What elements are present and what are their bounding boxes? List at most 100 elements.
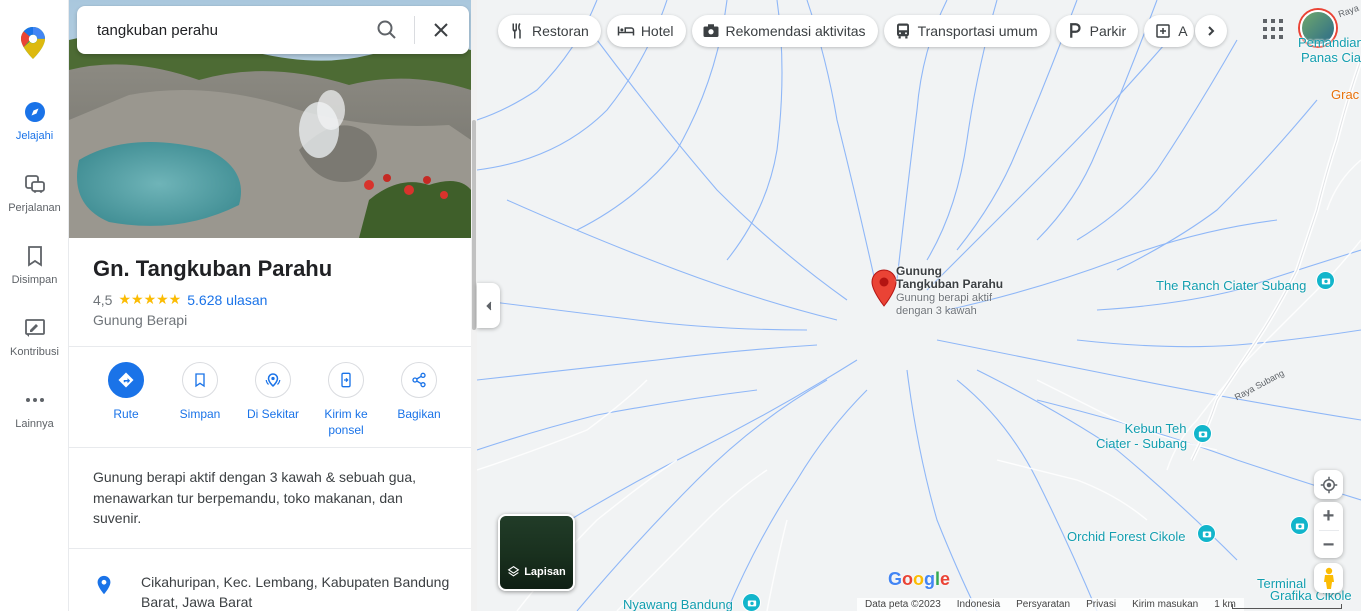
pegman-icon <box>1323 567 1334 589</box>
directions-button[interactable]: Rute <box>89 362 163 422</box>
pegman-button[interactable] <box>1314 563 1343 593</box>
poi-nyawang-label[interactable]: Nyawang Bandung <box>623 597 733 611</box>
rail-contribute[interactable]: Kontribusi <box>0 316 69 358</box>
footer-map-data[interactable]: Data peta ©2023 <box>857 598 949 611</box>
layers-label: Lapisan <box>500 565 573 578</box>
scrollbar-thumb[interactable] <box>472 120 476 330</box>
rail-label: Perjalanan <box>8 202 61 214</box>
layers-icon <box>507 565 520 577</box>
chip-transit[interactable]: Transportasi umum <box>883 15 1050 47</box>
place-category[interactable]: Gunung Berapi <box>93 312 187 328</box>
maps-logo-icon[interactable] <box>20 26 46 60</box>
chip-restaurants[interactable]: Restoran <box>498 15 601 47</box>
footer-privacy-link[interactable]: Privasi <box>1078 598 1124 611</box>
camera-poi-icon[interactable] <box>1316 271 1335 290</box>
chip-label: Rekomendasi aktivitas <box>725 23 866 39</box>
nearby-icon <box>255 362 291 398</box>
chip-activities[interactable]: Rekomendasi aktivitas <box>691 15 878 47</box>
fork-knife-icon <box>512 22 521 39</box>
action-label: Bagikan <box>397 407 441 421</box>
close-icon[interactable] <box>429 18 453 42</box>
rail-saved[interactable]: Disimpan <box>0 244 69 286</box>
place-panel: Gn. Tangkuban Parahu 4,5 ★★★★★ 5.628 ula… <box>69 0 471 611</box>
search-box <box>77 6 469 54</box>
camera-poi-icon[interactable] <box>742 593 761 611</box>
map-footer: Data peta ©2023 Indonesia Persyaratan Pr… <box>857 598 1244 611</box>
rail-label: Kontribusi <box>10 346 59 358</box>
category-chips: Restoran Hotel Rekomendasi aktivitas Tra… <box>498 15 1195 47</box>
poi-grac-label[interactable]: Grac <box>1331 87 1359 102</box>
zoom-out-button[interactable]: − <box>1314 531 1343 559</box>
marker-subtitle-line: Gunung berapi aktif <box>896 292 993 304</box>
place-address[interactable]: Cikahuripan, Kec. Lembang, Kabupaten Ban… <box>141 572 461 611</box>
car-bus-icon <box>24 175 45 193</box>
apps-grid-icon[interactable] <box>1262 18 1284 40</box>
poi-kebun-label[interactable]: Kebun Teh Ciater - Subang <box>1096 421 1187 451</box>
left-rail: Jelajahi Perjalanan Disimpan Kontribusi … <box>0 0 69 611</box>
marker-subtitle-line: dengan 3 kawah <box>896 305 977 317</box>
compass-icon <box>24 102 45 122</box>
bus-icon <box>896 23 909 39</box>
poi-line: Panas Cia <box>1301 50 1361 65</box>
collapse-panel-button[interactable] <box>477 283 500 328</box>
rail-trips[interactable]: Perjalanan <box>0 172 69 214</box>
place-title: Gn. Tangkuban Parahu <box>93 256 333 281</box>
more-dots-icon <box>25 398 44 402</box>
search-input[interactable] <box>97 6 367 54</box>
place-description: Gunung berapi aktif dengan 3 kawah & seb… <box>93 469 417 526</box>
marker-subtitle: Gunung berapi aktif dengan 3 kawah <box>896 292 992 318</box>
chip-pharmacy[interactable]: A <box>1144 15 1195 47</box>
pharmacy-icon <box>1156 24 1170 38</box>
footer-terms-link[interactable]: Persyaratan <box>1008 598 1078 611</box>
search-icon[interactable] <box>375 18 399 42</box>
parking-icon <box>1069 23 1081 38</box>
nearby-button[interactable]: Di Sekitar <box>236 362 310 422</box>
chip-hotels[interactable]: Hotel <box>606 15 686 47</box>
google-logo: Google <box>888 569 951 589</box>
reviews-link[interactable]: 5.628 ulasan <box>187 292 267 308</box>
rating-row: 4,5 ★★★★★ 5.628 ulasan <box>93 291 267 308</box>
rail-label: Jelajahi <box>15 130 54 142</box>
place-marker-icon[interactable] <box>871 269 897 307</box>
rating-value: 4,5 <box>93 291 113 308</box>
bookmark-icon <box>27 246 42 267</box>
rail-explore[interactable]: Jelajahi <box>0 100 69 142</box>
search-divider <box>414 16 415 44</box>
action-buttons: Rute Simpan Di Sekitar Kirim ke ponsel B… <box>69 362 471 442</box>
marker-title-line: Tangkuban Parahu <box>896 277 1004 291</box>
phone-icon <box>328 362 364 398</box>
zoom-in-button[interactable]: + <box>1314 502 1343 530</box>
action-label: Rute <box>113 407 139 421</box>
save-button[interactable]: Simpan <box>163 362 237 422</box>
action-label: Di Sekitar <box>246 407 299 421</box>
chip-parking[interactable]: Parkir <box>1055 15 1139 47</box>
rail-more[interactable]: Lainnya <box>0 388 69 430</box>
chips-next-button[interactable] <box>1195 15 1227 47</box>
marker-title[interactable]: Gunung Tangkuban Parahu <box>896 265 1003 291</box>
rail-label: Lainnya <box>15 418 54 430</box>
share-button[interactable]: Bagikan <box>382 362 456 422</box>
bed-icon <box>617 26 635 36</box>
poi-orchid-label[interactable]: Orchid Forest Cikole <box>1067 529 1185 544</box>
divider <box>69 346 471 347</box>
poi-pemandian-label[interactable]: Pemandian Panas Cia <box>1298 35 1361 65</box>
camera-poi-icon[interactable] <box>1290 516 1309 535</box>
camera-poi-icon[interactable] <box>1197 524 1216 543</box>
chip-label: Restoran <box>532 23 589 39</box>
camera-poi-icon[interactable] <box>1193 424 1212 443</box>
poi-ranch-label[interactable]: The Ranch Ciater Subang <box>1156 278 1306 293</box>
my-location-button[interactable] <box>1314 470 1343 499</box>
share-icon <box>401 362 437 398</box>
my-location-icon <box>1320 476 1337 493</box>
directions-icon <box>108 362 144 398</box>
chip-label: Parkir <box>1089 23 1127 39</box>
send-to-phone-button[interactable]: Kirim ke ponsel <box>309 362 383 438</box>
scale-bar[interactable] <box>1232 604 1342 609</box>
poi-line: Kebun Teh <box>1124 421 1187 436</box>
layers-button[interactable]: Lapisan <box>498 514 575 591</box>
action-label: Simpan <box>179 407 221 421</box>
chevron-left-icon <box>485 301 491 310</box>
location-pin-icon <box>97 575 111 595</box>
footer-feedback-link[interactable]: Kirim masukan <box>1124 598 1206 611</box>
footer-country[interactable]: Indonesia <box>949 598 1008 611</box>
